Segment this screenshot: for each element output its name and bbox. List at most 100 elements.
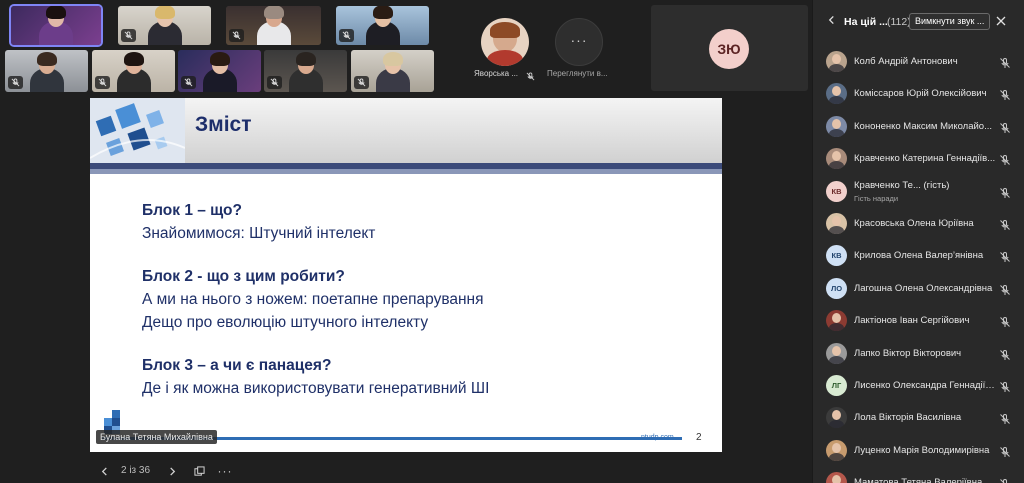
mic-muted-icon [999, 412, 1011, 425]
participant-name: Красовська Олена Юріївна [854, 218, 974, 229]
participant-row[interactable]: КВ Кравченко Те... (гість) Гість наради [813, 176, 1024, 208]
mic-muted-icon [999, 121, 1011, 133]
next-slide-button[interactable] [164, 463, 180, 479]
slides-grid-icon [193, 465, 205, 476]
agenda-block-heading: Блок 3 – а чи є панацея? [142, 357, 332, 374]
grid-view-button[interactable] [191, 463, 207, 479]
participant-video-tile[interactable] [5, 50, 88, 92]
participant-hair [382, 52, 403, 66]
mic-muted-icon [999, 56, 1011, 68]
participant-role: Гість наради [854, 193, 899, 203]
agenda-block-heading: Блок 2 - що з цим робити? [142, 268, 345, 285]
participant-video-tile[interactable] [118, 6, 211, 45]
more-options-button[interactable]: ··· [217, 463, 233, 479]
self-video-tile[interactable] [9, 4, 103, 47]
participant-hair [36, 52, 57, 66]
participant-name: Лисенко Олександра Геннадіїв... [854, 380, 998, 391]
participant-row[interactable]: Кононенко Максим Миколайо... [813, 111, 1024, 143]
participant-hair [295, 52, 316, 66]
participant-row[interactable]: Луценко Марія Володимирівна [813, 435, 1024, 467]
participant-avatar-initials: ЛГ [826, 375, 847, 396]
presentation-slide: Зміст Блок 1 – що? Знайомимося: Штучний і… [90, 98, 722, 452]
more-icon: ··· [570, 32, 588, 48]
slide-header-band-light [90, 169, 722, 174]
participant-name: Лапко Віктор Вікторович [854, 347, 962, 359]
mic-muted-icon [8, 76, 23, 89]
view-more-label: Переглянути в... [547, 69, 608, 78]
participant-video-tile[interactable] [92, 50, 175, 92]
agenda-block-line: Де і як можна використовувати генеративн… [142, 380, 490, 397]
mic-muted-icon [526, 68, 535, 81]
participant-avatar [826, 407, 847, 429]
participant-row[interactable]: Лактіонов Іван Сергійович [813, 305, 1024, 337]
participant-name: Луценко Марія Володимирівна [854, 444, 990, 456]
mic-muted-icon [121, 29, 136, 42]
more-icon: ··· [217, 464, 233, 478]
close-panel-button[interactable] [996, 13, 1006, 29]
participant-hair [372, 6, 393, 19]
panel-title: На цій ... [844, 16, 888, 28]
participant-label-yavorska: Яворська ... [474, 69, 519, 78]
participant-video-tile[interactable] [264, 50, 347, 92]
mic-muted-icon [999, 348, 1011, 360]
slide-counter: 2 із 36 [121, 465, 151, 476]
participant-name: Кравченко Те... (гість) [854, 179, 950, 191]
participant-video-tile[interactable] [178, 50, 261, 92]
mic-muted-icon [999, 218, 1011, 230]
participant-hair [123, 52, 144, 66]
participant-row[interactable]: Комісcаров Юрій Олексійович [813, 78, 1024, 110]
participant-name: Лагошна Олена Олександрівна [854, 282, 993, 294]
participant-avatar [826, 51, 847, 72]
participant-avatar [826, 310, 847, 332]
participant-avatar [826, 439, 847, 461]
mute-all-button[interactable]: Вимкнути звук ... [909, 13, 991, 30]
prev-slide-button[interactable] [96, 463, 112, 479]
chevron-right-icon [169, 466, 175, 476]
mic-muted-icon [999, 88, 1011, 101]
mic-muted-icon [999, 186, 1011, 198]
participant-video-tile[interactable] [336, 6, 429, 45]
slide-decor-cubes [90, 98, 185, 164]
participant-row[interactable]: ЛО Лагошна Олена Олександрівна [813, 273, 1024, 305]
participant-row[interactable]: КВ Крилова Олена Валер’янівна [813, 240, 1024, 272]
agenda-block-heading: Блок 1 – що? [142, 202, 242, 219]
agenda-block-line: А ми на нього з ножем: поетапне препарув… [142, 291, 484, 308]
participant-row[interactable]: Лапко Віктор Вікторович [813, 338, 1024, 370]
chevron-left-icon [101, 466, 107, 476]
participant-avatar [826, 115, 847, 137]
participant-name: Лактіонов Іван Сергійович [854, 315, 970, 327]
participant-row[interactable]: Лола Вікторія Василівна [813, 402, 1024, 434]
slide-title: Зміст [195, 113, 252, 136]
participant-hair [209, 52, 230, 66]
participant-count: (112) [887, 16, 911, 28]
participant-row[interactable]: Кравченко Катерина Геннадіїв... [813, 143, 1024, 175]
participant-video-tile[interactable] [226, 6, 321, 45]
participant-row[interactable]: ЛГ Лисенко Олександра Геннадіїв... [813, 370, 1024, 402]
back-button[interactable] [827, 14, 836, 28]
mic-muted-icon [95, 76, 110, 89]
agenda-block-line: Знайомимося: Штучний інтелект [142, 225, 376, 242]
participant-hair [154, 6, 175, 19]
presenter-name-tag: Булана Тетяна Михайлівна [96, 430, 217, 444]
participant-row[interactable]: Колб Андрій Антонович [813, 46, 1024, 78]
mic-muted-icon [229, 29, 244, 42]
participant-name: Кононенко Максим Миколайо... [854, 120, 992, 132]
participant-avatar-initials: КВ [826, 245, 847, 267]
avatar-yavorska[interactable] [481, 18, 529, 66]
participants-panel: На цій ... (112) Вимкнути звук ... Колб … [812, 0, 1024, 483]
participant-row[interactable]: Маматова Тетяна Валеріївна [813, 467, 1024, 483]
close-icon [996, 16, 1006, 26]
participant-name: Маматова Тетяна Валеріївна [854, 477, 983, 483]
view-more-button[interactable]: ··· [555, 18, 603, 66]
participant-video-tile[interactable] [351, 50, 434, 92]
participant-name: Крилова Олена Валер’янівна [854, 250, 984, 262]
mic-muted-icon [181, 76, 196, 89]
chevron-left-icon [828, 15, 834, 25]
mic-muted-icon [999, 283, 1011, 295]
participant-name: Комісcаров Юрій Олексійович [854, 88, 987, 100]
participant-row[interactable]: Красовська Олена Юріївна [813, 208, 1024, 240]
mic-muted-icon [999, 380, 1011, 392]
participant-avatar [826, 342, 847, 364]
participant-avatar [826, 83, 847, 105]
participant-hair [46, 6, 66, 19]
